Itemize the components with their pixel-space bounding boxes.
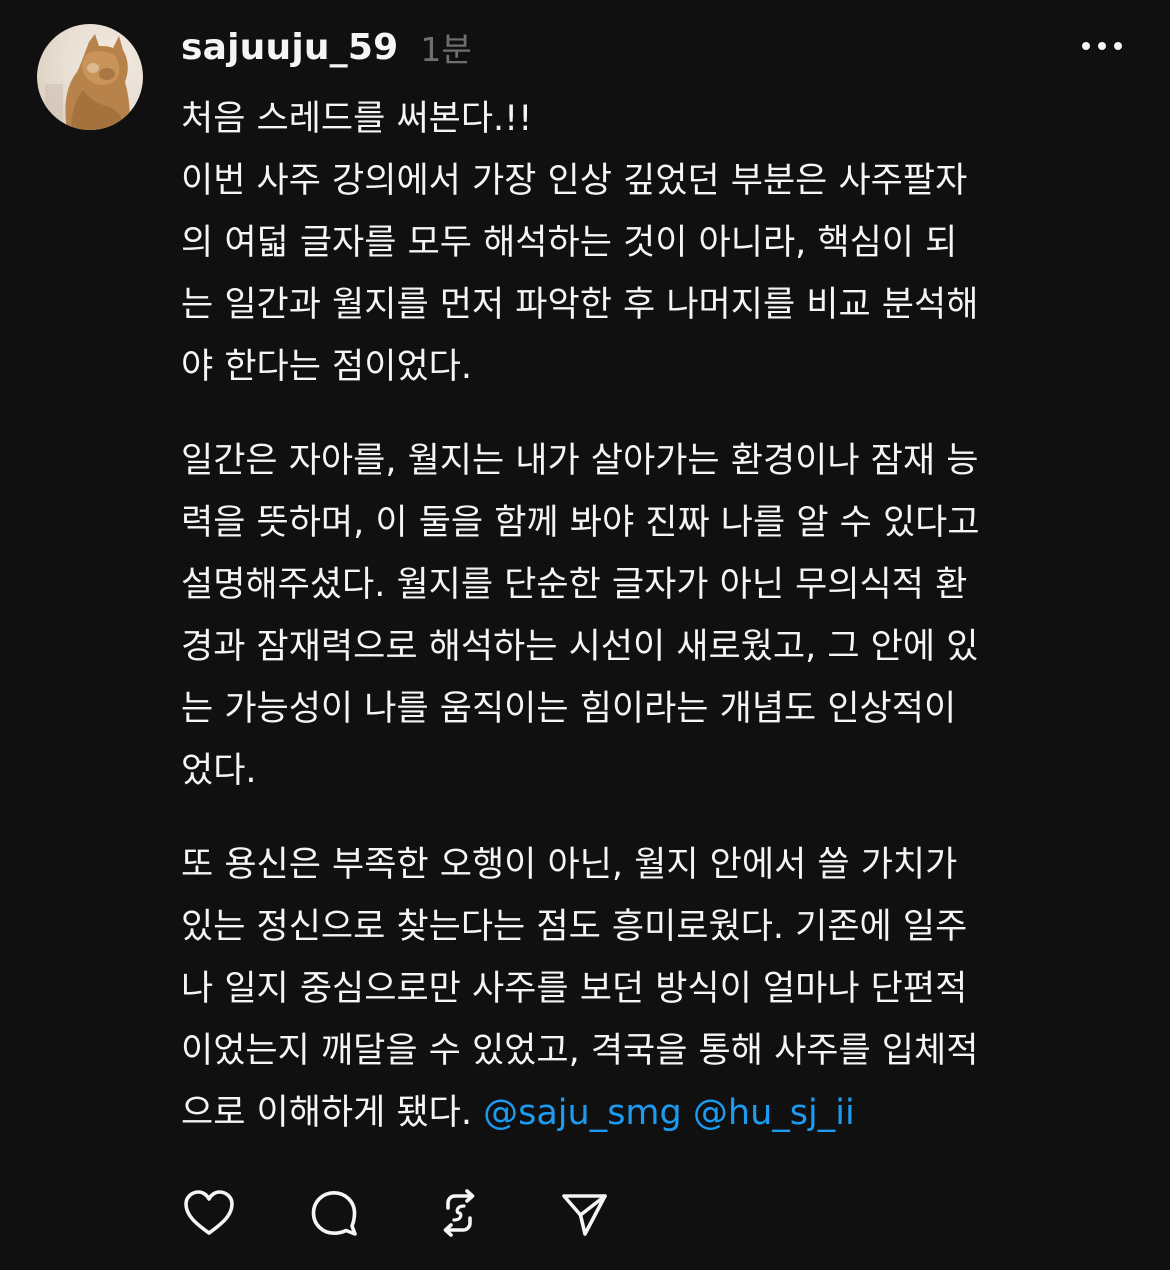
text-line: 또 용신은 부족한 오행이 아닌, 월지 안에서 쓸 가치가	[181, 845, 958, 885]
text-line: 는 가능성이 나를 움직이는 힘이라는 개념도 인상적이	[181, 689, 957, 729]
text-segment: 으로 이해하게 됐다.	[181, 1093, 484, 1133]
mention-link[interactable]: @hu_sj_ii	[693, 1093, 855, 1133]
text-line: 이었는지 깨달을 수 있었고, 격국을 통해 사주를 입체적	[181, 1031, 979, 1071]
timestamp: 1분	[420, 30, 472, 69]
text-line: 경과 잠재력으로 해석하는 시선이 새로웠고, 그 안에 있	[181, 627, 979, 667]
post-header: sajuuju_59 1분	[181, 22, 472, 72]
comment-bubble-icon	[311, 1191, 357, 1236]
post-paragraph-2: 일간은 자아를, 월지는 내가 살아가는 환경이나 잠재 능 력을 뜻하며, 이…	[181, 430, 1151, 802]
post-paragraph-1: 이번 사주 강의에서 가장 인상 깊었던 부분은 사주팔자 의 여덟 글자를 모…	[181, 150, 1151, 398]
text-line: 설명해주셨다. 월지를 단순한 글자가 아닌 무의식적 환	[181, 565, 968, 605]
text-line: 었다.	[181, 751, 257, 791]
heart-icon	[184, 1190, 234, 1235]
text-line: 의 여덟 글자를 모두 해석하는 것이 아니라, 핵심이 되	[181, 223, 958, 263]
post-first-line: 처음 스레드를 써본다.!!	[181, 99, 533, 139]
text-line: 야 한다는 점이었다.	[181, 347, 472, 387]
repost-button[interactable]	[431, 1185, 487, 1241]
post-paragraph-3: 또 용신은 부족한 오행이 아닌, 월지 안에서 쓸 가치가 있는 정신으로 찾…	[181, 834, 1151, 1144]
text-line-with-mentions: 으로 이해하게 됐다. @saju_smg @hu_sj_ii	[181, 1082, 1151, 1144]
repost-icon	[443, 1189, 475, 1237]
text-line: 력을 뜻하며, 이 둘을 함께 봐야 진짜 나를 알 수 있다고	[181, 503, 980, 543]
post-actions	[181, 1185, 612, 1241]
share-button[interactable]	[556, 1185, 612, 1241]
like-button[interactable]	[181, 1185, 237, 1241]
text-line: 일간은 자아를, 월지는 내가 살아가는 환경이나 잠재 능	[181, 441, 979, 481]
avatar-dog-image	[45, 34, 130, 130]
mention-link[interactable]: @saju_smg	[483, 1093, 682, 1133]
text-line: 이번 사주 강의에서 가장 인상 깊었던 부분은 사주팔자	[181, 161, 968, 201]
reply-button[interactable]	[306, 1185, 362, 1241]
more-dots-icon[interactable]	[1080, 34, 1124, 58]
send-icon	[562, 1194, 607, 1236]
text-line: 는 일간과 월지를 먼저 파악한 후 나머지를 비교 분석해	[181, 285, 979, 325]
thread-post: sajuuju_59 1분 처음 스레드를 써본다.!! 이번 사주 강의에서 …	[0, 0, 1170, 1270]
text-line: 있는 정신으로 찾는다는 점도 흥미로웠다. 기존에 일주	[181, 907, 968, 947]
avatar[interactable]	[37, 24, 143, 130]
text-line: 나 일지 중심으로만 사주를 보던 방식이 얼마나 단편적	[181, 969, 968, 1009]
username[interactable]: sajuuju_59	[181, 27, 398, 68]
